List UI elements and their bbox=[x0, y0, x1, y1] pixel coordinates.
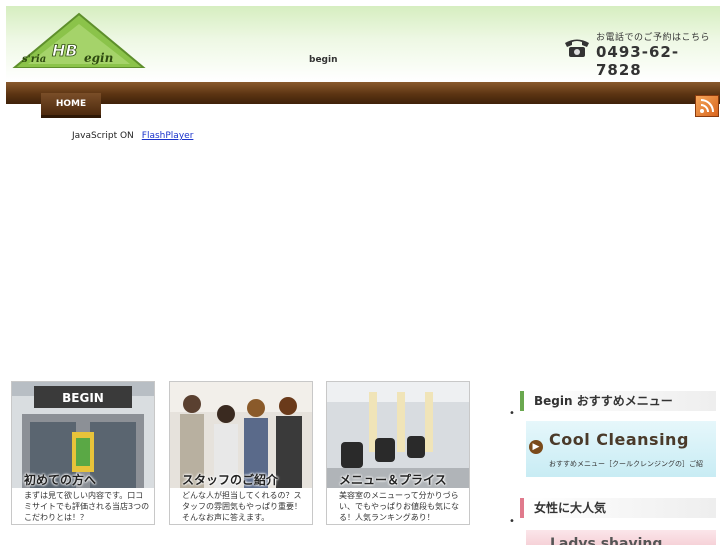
svg-text:egin: egin bbox=[84, 51, 113, 65]
svg-text:HB: HB bbox=[52, 41, 78, 60]
cool-cleansing-subtitle: おすすめメニュー［クールクレンジングの］ご紹 bbox=[549, 460, 703, 468]
flash-notice: JavaScript ON FlashPlayer bbox=[72, 131, 193, 141]
card-menu-price[interactable]: メニュー＆プライス 美容室のメニューって分かりづらい、でもやっぱりお値段も気にな… bbox=[326, 381, 470, 525]
shop-sign-text: BEGIN bbox=[62, 391, 104, 405]
main-nav-bar: HOME bbox=[6, 82, 720, 118]
flash-notice-text: JavaScript ON bbox=[72, 131, 134, 141]
site-header: s'ria HB egin begin お電話でのご予約はこちら 0493-62… bbox=[6, 6, 720, 81]
rss-feed-icon[interactable] bbox=[695, 95, 719, 117]
ladys-shaving-banner[interactable]: Ladys shaving bbox=[526, 530, 716, 545]
card-text: どんな人が担当してくれるの？スタッフの雰囲気もやっぱり重要！そんなお声に答えます… bbox=[182, 491, 302, 522]
card-text: まずは見て欲しい内容です。口コミサイトでも評価される当店3つのこだわりとは！？ bbox=[24, 491, 150, 522]
phone-caption: お電話でのご予約はこちら bbox=[596, 33, 711, 43]
card-text: 美容室のメニューって分かりづらい、でもやっぱりお値段も気になる！人気ランキングあ… bbox=[339, 491, 459, 522]
card-title: メニュー＆プライス bbox=[339, 473, 447, 487]
card-title: 初めての方へ bbox=[24, 473, 97, 487]
cool-cleansing-title: Cool Cleansing bbox=[549, 430, 689, 449]
list-bullet: • bbox=[509, 516, 515, 527]
recommend-menu-heading: Begin おすすめメニュー bbox=[520, 391, 716, 411]
ladys-shaving-title: Ladys shaving bbox=[550, 536, 663, 545]
nav-home-button[interactable]: HOME bbox=[41, 93, 101, 118]
site-logo[interactable]: s'ria HB egin bbox=[12, 12, 146, 68]
site-name: begin bbox=[309, 55, 338, 65]
popular-heading: 女性に大人気 bbox=[520, 498, 716, 518]
card-title: スタッフのご紹介 bbox=[182, 473, 279, 487]
list-bullet: • bbox=[509, 408, 515, 419]
cool-cleansing-banner[interactable]: ▶ Cool Cleansing おすすめメニュー［クールクレンジングの］ご紹 bbox=[526, 421, 716, 477]
card-first-visit[interactable]: BEGIN 初めての方へ まずは見て欲しい内容です。口コミサイトでも評価される当… bbox=[11, 381, 155, 525]
arrow-right-icon: ▶ bbox=[529, 440, 543, 454]
phone-number[interactable]: 0493-62-7828 bbox=[596, 43, 720, 79]
card-staff[interactable]: スタッフのご紹介 どんな人が担当してくれるの？スタッフの雰囲気もやっぱり重要！そ… bbox=[169, 381, 313, 525]
logo-text-prefix: s'ria bbox=[22, 54, 46, 65]
flashplayer-link[interactable]: FlashPlayer bbox=[142, 131, 194, 141]
phone-icon bbox=[565, 39, 589, 57]
